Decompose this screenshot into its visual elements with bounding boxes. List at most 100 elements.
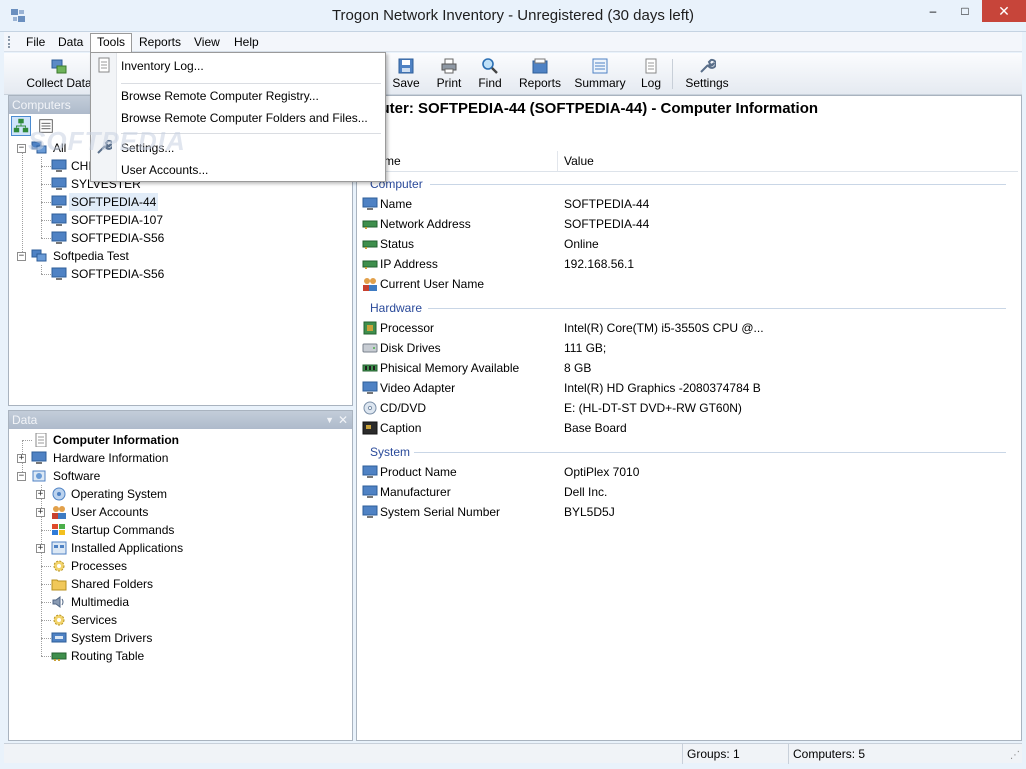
collapse-icon[interactable]: − — [17, 252, 26, 261]
print-icon — [441, 58, 457, 74]
expand-icon[interactable]: + — [17, 454, 26, 463]
expand-icon[interactable]: + — [36, 544, 45, 553]
data-panel-title: Data — [12, 413, 38, 427]
computer-icon — [51, 213, 67, 226]
tree-view-button[interactable] — [11, 116, 31, 136]
reports-label: Reports — [518, 76, 562, 90]
tree-item-computer[interactable]: SOFTPEDIA-107 — [9, 211, 352, 229]
property-row[interactable]: Processor Intel(R) Core(TM) i5-3550S CPU… — [362, 318, 1012, 338]
status-bar: Groups: 1 Computers: 5 ⋰ — [4, 743, 1022, 764]
log-icon — [98, 57, 110, 73]
property-row[interactable]: System Serial Number BYL5D5J — [362, 502, 1012, 522]
list-view-icon — [39, 119, 54, 133]
property-row[interactable]: CD/DVD E: (HL-DT-ST DVD+-RW GT60N) — [362, 398, 1012, 418]
property-row[interactable]: Phisical Memory Available 8 GB — [362, 358, 1012, 378]
menu-reports[interactable]: Reports — [133, 34, 187, 52]
data-item-software[interactable]: − Software — [9, 467, 352, 485]
menu-help[interactable]: Help — [228, 34, 265, 52]
group-divider — [414, 452, 1006, 453]
summary-button[interactable]: Summary — [574, 55, 626, 93]
save-icon — [398, 58, 414, 74]
menu-item-inventory-log[interactable]: Inventory Log... — [121, 56, 204, 76]
column-header-value[interactable]: Value — [564, 154, 594, 168]
tree-item-label: SOFTPEDIA-S56 — [71, 231, 165, 245]
summary-icon — [592, 58, 608, 74]
property-row[interactable]: Network Address SOFTPEDIA-44 — [362, 214, 1012, 234]
tree-item-label: SOFTPEDIA-107 — [71, 213, 164, 227]
column-divider[interactable] — [557, 151, 558, 171]
cd-dvd-icon — [363, 401, 377, 415]
settings-button[interactable]: Settings — [682, 55, 732, 93]
log-button[interactable]: Log — [636, 55, 666, 93]
close-panel-icon[interactable]: ✕ — [338, 411, 348, 429]
menu-item-settings[interactable]: Settings... — [121, 138, 174, 158]
data-item-processes[interactable]: Processes — [9, 557, 352, 575]
expand-icon[interactable]: + — [36, 508, 45, 517]
tree-item-group[interactable]: − Softpedia Test — [9, 247, 352, 265]
tree-connector — [22, 440, 32, 441]
tree-item-computer[interactable]: SOFTPEDIA-S56 — [9, 229, 352, 247]
data-item-user-accounts[interactable]: + User Accounts — [9, 503, 352, 521]
data-item-hardware-information[interactable]: + Hardware Information — [9, 449, 352, 467]
data-item-label: Shared Folders — [71, 577, 154, 591]
property-row[interactable]: Status Online — [362, 234, 1012, 254]
group-header-system: System — [370, 445, 411, 459]
property-row[interactable]: Disk Drives 111 GB; — [362, 338, 1012, 358]
tree-item-label: SOFTPEDIA-S56 — [71, 267, 165, 281]
collapse-icon[interactable]: − — [17, 472, 26, 481]
close-button[interactable]: ✕ — [982, 0, 1026, 22]
data-item-label: Routing Table — [71, 649, 145, 663]
data-item-installed-applications[interactable]: + Installed Applications — [9, 539, 352, 557]
data-item-shared-folders[interactable]: Shared Folders — [9, 575, 352, 593]
menu-data[interactable]: Data — [52, 34, 89, 52]
computer-icon — [51, 267, 67, 280]
property-row[interactable]: Product Name OptiPlex 7010 — [362, 462, 1012, 482]
property-row[interactable]: Current User Name — [362, 274, 1012, 294]
tree-item-computer-selected[interactable]: SOFTPEDIA-44 — [9, 193, 352, 211]
data-item-label: User Accounts — [71, 505, 149, 519]
property-name: IP Address — [380, 257, 438, 271]
property-row[interactable]: Manufacturer Dell Inc. — [362, 482, 1012, 502]
reports-icon — [532, 58, 548, 74]
minimize-button[interactable]: – — [918, 0, 948, 22]
resize-grip-icon[interactable]: ⋰ — [1010, 750, 1020, 761]
data-item-computer-information[interactable]: Computer Information — [9, 431, 352, 449]
maximize-button[interactable]: □ — [950, 0, 980, 22]
menu-tools[interactable]: Tools — [90, 33, 133, 53]
menu-item-user-accounts[interactable]: User Accounts... — [121, 160, 208, 180]
data-item-services[interactable]: Services — [9, 611, 352, 629]
menu-file[interactable]: File — [20, 34, 51, 52]
property-row[interactable]: Caption Base Board — [362, 418, 1012, 438]
dropdown-arrow-icon[interactable]: ▼ — [325, 411, 334, 429]
collapse-icon[interactable]: − — [17, 144, 26, 153]
property-row[interactable]: Name SOFTPEDIA-44 — [362, 194, 1012, 214]
property-value: Online — [564, 237, 599, 251]
status-computers: Computers: 5 — [788, 744, 1008, 764]
menu-view[interactable]: View — [188, 34, 226, 52]
menu-item-browse-folders[interactable]: Browse Remote Computer Folders and Files… — [121, 108, 368, 128]
group-computers-icon — [31, 141, 47, 154]
tree-item-computer[interactable]: SOFTPEDIA-S56 — [9, 265, 352, 283]
print-button[interactable]: Print — [432, 55, 466, 93]
data-item-operating-system[interactable]: + Operating System — [9, 485, 352, 503]
reports-button[interactable]: Reports — [516, 55, 564, 93]
tree-connector — [41, 274, 51, 275]
find-button[interactable]: Find — [474, 55, 506, 93]
page-title: mputer: SOFTPEDIA-44 (SOFTPEDIA-44) - Co… — [358, 100, 819, 117]
property-value: Dell Inc. — [564, 485, 608, 499]
data-item-system-drivers[interactable]: System Drivers — [9, 629, 352, 647]
property-row[interactable]: IP Address 192.168.56.1 — [362, 254, 1012, 274]
property-name: Name — [380, 197, 413, 211]
column-header-name[interactable]: me — [384, 154, 401, 168]
expand-icon[interactable]: + — [36, 490, 45, 499]
save-button[interactable]: Save — [390, 55, 422, 93]
data-item-routing-table[interactable]: Routing Table — [9, 647, 352, 665]
data-item-multimedia[interactable]: Multimedia — [9, 593, 352, 611]
property-row[interactable]: Video Adapter Intel(R) HD Graphics -2080… — [362, 378, 1012, 398]
data-item-startup-commands[interactable]: Startup Commands — [9, 521, 352, 539]
data-panel-header: Data ▼ ✕ — [9, 411, 352, 429]
menu-item-browse-registry[interactable]: Browse Remote Computer Registry... — [121, 86, 319, 106]
data-item-label: Multimedia — [71, 595, 130, 609]
list-view-button[interactable] — [36, 116, 56, 136]
collect-data-button[interactable]: Collect Data — [22, 55, 96, 93]
